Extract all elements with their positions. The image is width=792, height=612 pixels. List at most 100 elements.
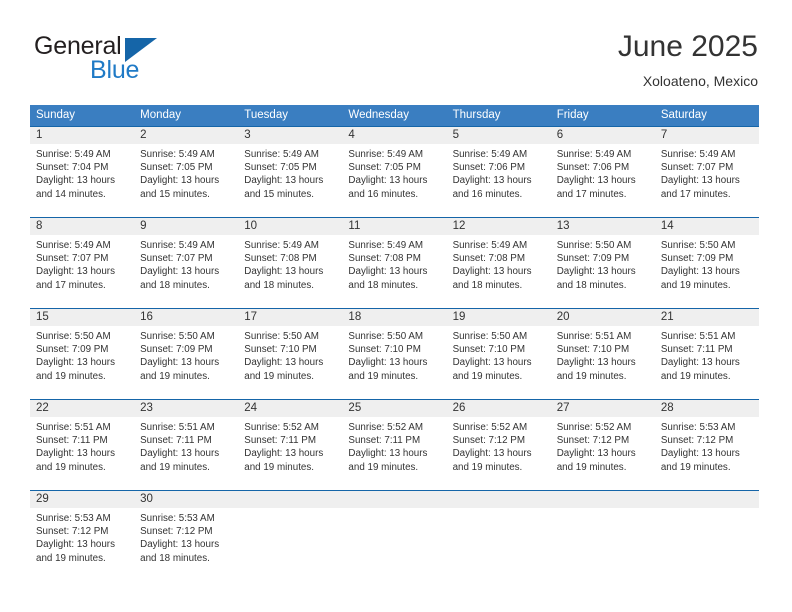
- day-cell-inner: [342, 491, 447, 581]
- calendar-day-cell[interactable]: 16 Sunrise: 5:50 AM Sunset: 7:09 PM Dayligh…: [134, 309, 239, 399]
- day-cell-details: Sunrise: 5:53 AM Sunset: 7:12 PM Daylight:…: [655, 417, 759, 474]
- general-blue-logo[interactable]: General Blue: [34, 32, 234, 90]
- daylight-text: Daylight: 13 hours and 15 minutes.: [244, 175, 324, 200]
- day-number: 22: [30, 400, 135, 417]
- sunset-text: Sunset: 7:12 PM: [452, 435, 525, 447]
- calendar-day-cell[interactable]: [342, 491, 447, 581]
- day-number: 25: [342, 400, 447, 417]
- calendar-day-cell[interactable]: [550, 491, 655, 581]
- day-cell-inner: 19 Sunrise: 5:50 AM Sunset: 7:10 PM Dayligh…: [446, 309, 551, 399]
- calendar-day-cell[interactable]: 23 Sunrise: 5:51 AM Sunset: 7:11 PM Dayligh…: [134, 400, 239, 490]
- day-number: 12: [446, 218, 551, 235]
- sunrise-text: Sunrise: 5:53 AM: [660, 422, 736, 433]
- day-number: 24: [238, 400, 343, 417]
- sunrise-text: Sunrise: 5:49 AM: [452, 240, 528, 251]
- sunset-text: Sunset: 7:12 PM: [36, 526, 109, 538]
- calendar-day-cell[interactable]: 1 Sunrise: 5:49 AM Sunset: 7:04 PM Daylight…: [30, 127, 135, 217]
- calendar-day-cell[interactable]: 14 Sunrise: 5:50 AM Sunset: 7:09 PM Dayligh…: [654, 218, 759, 308]
- day-cell-inner: 5 Sunrise: 5:49 AM Sunset: 7:06 PM Daylight…: [446, 127, 551, 217]
- calendar-week-row: 15 Sunrise: 5:50 AM Sunset: 7:09 PM Dayligh…: [30, 309, 759, 399]
- sunrise-text: Sunrise: 5:51 AM: [556, 331, 632, 342]
- day-number: 5: [446, 127, 551, 144]
- calendar-day-cell[interactable]: 5 Sunrise: 5:49 AM Sunset: 7:06 PM Daylight…: [446, 127, 551, 217]
- sunrise-text: Sunrise: 5:52 AM: [556, 422, 632, 433]
- calendar-day-cell[interactable]: [238, 491, 343, 581]
- calendar-day-cell[interactable]: 17 Sunrise: 5:50 AM Sunset: 7:10 PM Dayligh…: [238, 309, 343, 399]
- calendar-day-cell[interactable]: [446, 491, 551, 581]
- day-cell-inner: 4 Sunrise: 5:49 AM Sunset: 7:05 PM Daylight…: [342, 127, 447, 217]
- sunset-text: Sunset: 7:08 PM: [452, 253, 525, 265]
- calendar-day-cell[interactable]: 20 Sunrise: 5:51 AM Sunset: 7:10 PM Dayligh…: [550, 309, 655, 399]
- sunset-text: Sunset: 7:07 PM: [140, 253, 213, 265]
- daylight-text: Daylight: 13 hours and 18 minutes.: [452, 266, 532, 291]
- calendar-day-cell[interactable]: 24 Sunrise: 5:52 AM Sunset: 7:11 PM Dayligh…: [238, 400, 343, 490]
- daylight-text: Daylight: 13 hours and 19 minutes.: [348, 357, 428, 382]
- calendar-day-cell[interactable]: 6 Sunrise: 5:49 AM Sunset: 7:06 PM Daylight…: [550, 127, 655, 217]
- day-number: [238, 491, 343, 508]
- day-cell-inner: [654, 491, 759, 581]
- calendar-day-cell[interactable]: 8 Sunrise: 5:49 AM Sunset: 7:07 PM Daylight…: [30, 218, 135, 308]
- day-number: [342, 491, 447, 508]
- calendar-day-cell[interactable]: 9 Sunrise: 5:49 AM Sunset: 7:07 PM Daylight…: [134, 218, 239, 308]
- sunrise-text: Sunrise: 5:50 AM: [348, 331, 424, 342]
- page-title: June 2025: [617, 30, 758, 63]
- calendar-day-cell[interactable]: 30 Sunrise: 5:53 AM Sunset: 7:12 PM Dayligh…: [134, 491, 239, 581]
- calendar-day-cell[interactable]: 2 Sunrise: 5:49 AM Sunset: 7:05 PM Daylight…: [134, 127, 239, 217]
- calendar-day-cell[interactable]: 29 Sunrise: 5:53 AM Sunset: 7:12 PM Dayligh…: [30, 491, 135, 581]
- calendar-day-cell[interactable]: 28 Sunrise: 5:53 AM Sunset: 7:12 PM Dayligh…: [654, 400, 759, 490]
- sunrise-text: Sunrise: 5:49 AM: [452, 149, 528, 160]
- day-cell-inner: 22 Sunrise: 5:51 AM Sunset: 7:11 PM Dayligh…: [30, 400, 135, 490]
- sunrise-text: Sunrise: 5:53 AM: [36, 513, 111, 524]
- calendar-day-cell[interactable]: [654, 491, 759, 581]
- sunset-text: Sunset: 7:12 PM: [556, 435, 630, 447]
- daylight-text: Daylight: 13 hours and 18 minutes.: [348, 266, 428, 291]
- sunrise-text: Sunrise: 5:51 AM: [140, 422, 215, 433]
- calendar-day-cell[interactable]: 18 Sunrise: 5:50 AM Sunset: 7:10 PM Dayligh…: [342, 309, 447, 399]
- calendar-day-cell[interactable]: 7 Sunrise: 5:49 AM Sunset: 7:07 PM Daylight…: [654, 127, 759, 217]
- day-number: 13: [550, 218, 655, 235]
- daylight-text: Daylight: 13 hours and 18 minutes.: [140, 539, 220, 564]
- day-cell-details: Sunrise: 5:50 AM Sunset: 7:10 PM Daylight:…: [342, 326, 446, 383]
- sunrise-text: Sunrise: 5:51 AM: [36, 422, 111, 433]
- calendar-day-cell[interactable]: 12 Sunrise: 5:49 AM Sunset: 7:08 PM Dayligh…: [446, 218, 551, 308]
- day-number: 14: [654, 218, 759, 235]
- calendar-day-cell[interactable]: 15 Sunrise: 5:50 AM Sunset: 7:09 PM Dayligh…: [30, 309, 135, 399]
- calendar-day-cell[interactable]: 27 Sunrise: 5:52 AM Sunset: 7:12 PM Dayligh…: [550, 400, 655, 490]
- sunset-text: Sunset: 7:11 PM: [140, 435, 212, 447]
- calendar-day-cell[interactable]: 22 Sunrise: 5:51 AM Sunset: 7:11 PM Dayligh…: [30, 400, 135, 490]
- calendar-day-cell[interactable]: 26 Sunrise: 5:52 AM Sunset: 7:12 PM Dayligh…: [446, 400, 551, 490]
- day-cell-inner: 20 Sunrise: 5:51 AM Sunset: 7:10 PM Dayligh…: [550, 309, 655, 399]
- calendar-day-cell[interactable]: 13 Sunrise: 5:50 AM Sunset: 7:09 PM Dayligh…: [550, 218, 655, 308]
- sunrise-text: Sunrise: 5:50 AM: [556, 240, 632, 251]
- day-number: 10: [238, 218, 343, 235]
- calendar-day-cell[interactable]: 21 Sunrise: 5:51 AM Sunset: 7:11 PM Dayligh…: [654, 309, 759, 399]
- day-cell-inner: 16 Sunrise: 5:50 AM Sunset: 7:09 PM Dayligh…: [134, 309, 239, 399]
- calendar-day-cell[interactable]: 19 Sunrise: 5:50 AM Sunset: 7:10 PM Dayligh…: [446, 309, 551, 399]
- sunrise-text: Sunrise: 5:50 AM: [244, 331, 319, 342]
- calendar-day-cell[interactable]: 11 Sunrise: 5:49 AM Sunset: 7:08 PM Dayligh…: [342, 218, 447, 308]
- sunset-text: Sunset: 7:11 PM: [660, 344, 733, 356]
- weekday-header-wednesday: Wednesday: [342, 105, 447, 126]
- sunrise-text: Sunrise: 5:49 AM: [244, 240, 319, 251]
- daylight-text: Daylight: 13 hours and 14 minutes.: [36, 175, 115, 200]
- day-cell-details: Sunrise: 5:49 AM Sunset: 7:04 PM Daylight:…: [30, 144, 134, 201]
- calendar-day-cell[interactable]: 10 Sunrise: 5:49 AM Sunset: 7:08 PM Dayligh…: [238, 218, 343, 308]
- calendar-day-cell[interactable]: 4 Sunrise: 5:49 AM Sunset: 7:05 PM Daylight…: [342, 127, 447, 217]
- day-number: 1: [30, 127, 135, 144]
- daylight-text: Daylight: 13 hours and 19 minutes.: [140, 357, 220, 382]
- daylight-text: Daylight: 13 hours and 19 minutes.: [36, 539, 115, 564]
- daylight-text: Daylight: 13 hours and 19 minutes.: [140, 448, 220, 473]
- day-cell-details: Sunrise: 5:49 AM Sunset: 7:08 PM Daylight:…: [238, 235, 342, 292]
- sunrise-text: Sunrise: 5:49 AM: [140, 240, 215, 251]
- day-number: 8: [30, 218, 135, 235]
- day-number: 19: [446, 309, 551, 326]
- calendar-day-cell[interactable]: 3 Sunrise: 5:49 AM Sunset: 7:05 PM Daylight…: [238, 127, 343, 217]
- calendar-day-cell[interactable]: 25 Sunrise: 5:52 AM Sunset: 7:11 PM Dayligh…: [342, 400, 447, 490]
- day-cell-inner: 6 Sunrise: 5:49 AM Sunset: 7:06 PM Daylight…: [550, 127, 655, 217]
- weekday-header-tuesday: Tuesday: [238, 105, 343, 126]
- day-number: 9: [134, 218, 239, 235]
- daylight-text: Daylight: 13 hours and 16 minutes.: [348, 175, 428, 200]
- day-cell-details: Sunrise: 5:49 AM Sunset: 7:07 PM Daylight:…: [30, 235, 134, 292]
- daylight-text: Daylight: 13 hours and 19 minutes.: [660, 266, 740, 291]
- day-cell-inner: 27 Sunrise: 5:52 AM Sunset: 7:12 PM Dayligh…: [550, 400, 655, 490]
